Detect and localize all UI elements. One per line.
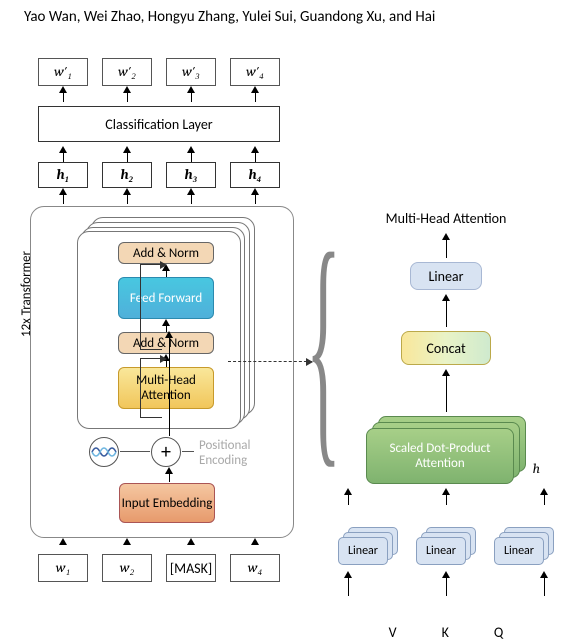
encoder-layer-stack: Add & Norm Feed Forward Add & Norm Multi… bbox=[77, 217, 247, 421]
linear-block: Linear bbox=[410, 262, 482, 290]
linear-projection-row: Linear Linear Linear bbox=[326, 527, 566, 567]
multihead-detail: Multi-Head Attention Linear Concat Scale… bbox=[326, 210, 566, 641]
input-token: w₁ bbox=[38, 554, 88, 582]
transformer-stack: 12x Transformer Add & Norm Feed Forward … bbox=[30, 206, 294, 538]
transformer-diagram: w′₁ w′₂ w′₃ w′₄ Classification Layer h₁ … bbox=[20, 58, 300, 582]
output-token: w′₁ bbox=[38, 58, 88, 86]
mha-title: Multi-Head Attention bbox=[326, 210, 566, 227]
positional-encoding-label: Positional Encoding bbox=[199, 439, 293, 469]
output-token-row: w′₁ w′₂ w′₃ w′₄ bbox=[38, 58, 300, 86]
residual-connection bbox=[140, 264, 162, 350]
k-label: K bbox=[442, 624, 449, 641]
output-token: w′₂ bbox=[102, 58, 152, 86]
linear-block: Linear bbox=[494, 537, 544, 565]
hidden-state: h₂ bbox=[102, 162, 152, 188]
scaled-dot-product-attention-block: Scaled Dot-Product Attention bbox=[366, 428, 514, 484]
sdpa-stack: Scaled Dot-Product Attention h bbox=[366, 416, 526, 486]
arrow-icon bbox=[165, 467, 173, 482]
input-token-mask: [MASK] bbox=[166, 554, 216, 582]
hidden-state: h₃ bbox=[166, 162, 216, 188]
q-label: Q bbox=[494, 624, 503, 641]
add-icon: + bbox=[151, 437, 181, 467]
arrow-icon bbox=[160, 261, 167, 269]
sine-wave-icon bbox=[91, 444, 117, 460]
positional-encoding-icon bbox=[89, 437, 119, 467]
paper-authors: Yao Wan, Wei Zhao, Hongyu Zhang, Yulei S… bbox=[24, 8, 582, 26]
input-token-row: w₁ w₂ [MASK] w₄ bbox=[38, 554, 300, 582]
input-token: w₄ bbox=[230, 554, 280, 582]
input-embedding-block: Input Embedding bbox=[119, 483, 215, 523]
linear-block: Linear bbox=[416, 537, 466, 565]
vkq-labels: V K Q bbox=[326, 624, 566, 641]
heads-count-label: h bbox=[533, 460, 540, 477]
linear-block: Linear bbox=[338, 537, 388, 565]
output-token: w′₄ bbox=[230, 58, 280, 86]
detail-callout-arrow bbox=[228, 361, 312, 362]
residual-connection bbox=[140, 358, 162, 418]
transformer-count-label: 12x Transformer bbox=[19, 251, 34, 337]
input-token: w₂ bbox=[102, 554, 152, 582]
hidden-state: h₁ bbox=[38, 162, 88, 188]
concat-block: Concat bbox=[401, 331, 491, 365]
hidden-state: h₄ bbox=[230, 162, 280, 188]
feed-forward-block: Feed Forward bbox=[118, 277, 214, 319]
v-label: V bbox=[389, 624, 397, 641]
hidden-row: h₁ h₂ h₃ h₄ bbox=[38, 162, 300, 188]
arrow-icon bbox=[165, 331, 173, 436]
output-token: w′₃ bbox=[166, 58, 216, 86]
classification-layer: Classification Layer bbox=[38, 106, 280, 142]
